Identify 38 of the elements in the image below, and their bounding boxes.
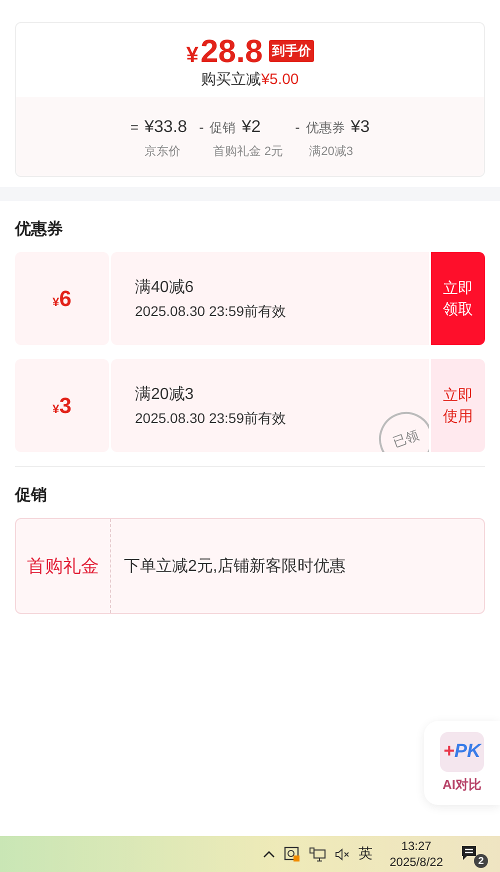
app-tray-icon[interactable] — [284, 846, 300, 862]
coupon-rule: 满40减6 — [135, 278, 195, 298]
breakdown-note: 京东价 — [144, 143, 180, 160]
final-price: 28.8 — [200, 33, 263, 69]
currency-sign: ¥ — [186, 42, 198, 68]
breakdown-value: ¥33.8 — [144, 117, 188, 137]
operator: = — [130, 119, 139, 135]
coupon-amount: ¥3 — [52, 392, 72, 418]
network-icon[interactable] — [308, 846, 326, 862]
promo-name: 首购礼金 — [27, 555, 99, 578]
clock[interactable]: 13:27 2025/8/22 — [390, 838, 443, 870]
section-title: 优惠券 — [15, 220, 64, 240]
operator: - — [199, 119, 204, 135]
coupon-action-button[interactable]: 立即领取 — [431, 252, 485, 345]
breakdown-value: ¥2 — [242, 117, 261, 137]
breakdown-label: 促销 — [210, 119, 236, 137]
breakdown-note: 满20减3 — [309, 143, 354, 160]
coupon-rule: 满20减3 — [135, 384, 195, 404]
coupon-validity: 2025.08.30 23:59前有效 — [135, 410, 287, 428]
notification-icon[interactable] — [460, 844, 478, 862]
pk-logo-icon: +PK — [440, 732, 484, 772]
section-title: 促销 — [15, 486, 48, 506]
saving-label: 购买立减 — [201, 71, 262, 88]
notification-count: 2 — [474, 854, 488, 868]
breakdown-note: 首购礼金 2元 — [213, 143, 284, 160]
breakdown-value: ¥3 — [350, 117, 370, 137]
coupon-action-button[interactable]: 立即使用 — [431, 359, 485, 452]
coupon-amount: ¥6 — [52, 286, 72, 312]
chevron-up-icon[interactable] — [262, 849, 275, 859]
saving-value: ¥5.00 — [261, 71, 299, 88]
input-method-indicator[interactable]: 英 — [358, 845, 373, 863]
compare-button[interactable]: +PK AI对比 — [424, 721, 500, 805]
price-tag: 到手价 — [268, 40, 314, 62]
promo-text: 下单立减2元,店铺新客限时优惠 — [123, 556, 346, 576]
breakdown-label: 优惠券 — [306, 119, 345, 137]
volume-muted-icon[interactable] — [334, 848, 350, 860]
operator: - — [295, 119, 300, 135]
coupon-validity: 2025.08.30 23:59前有效 — [135, 302, 287, 320]
